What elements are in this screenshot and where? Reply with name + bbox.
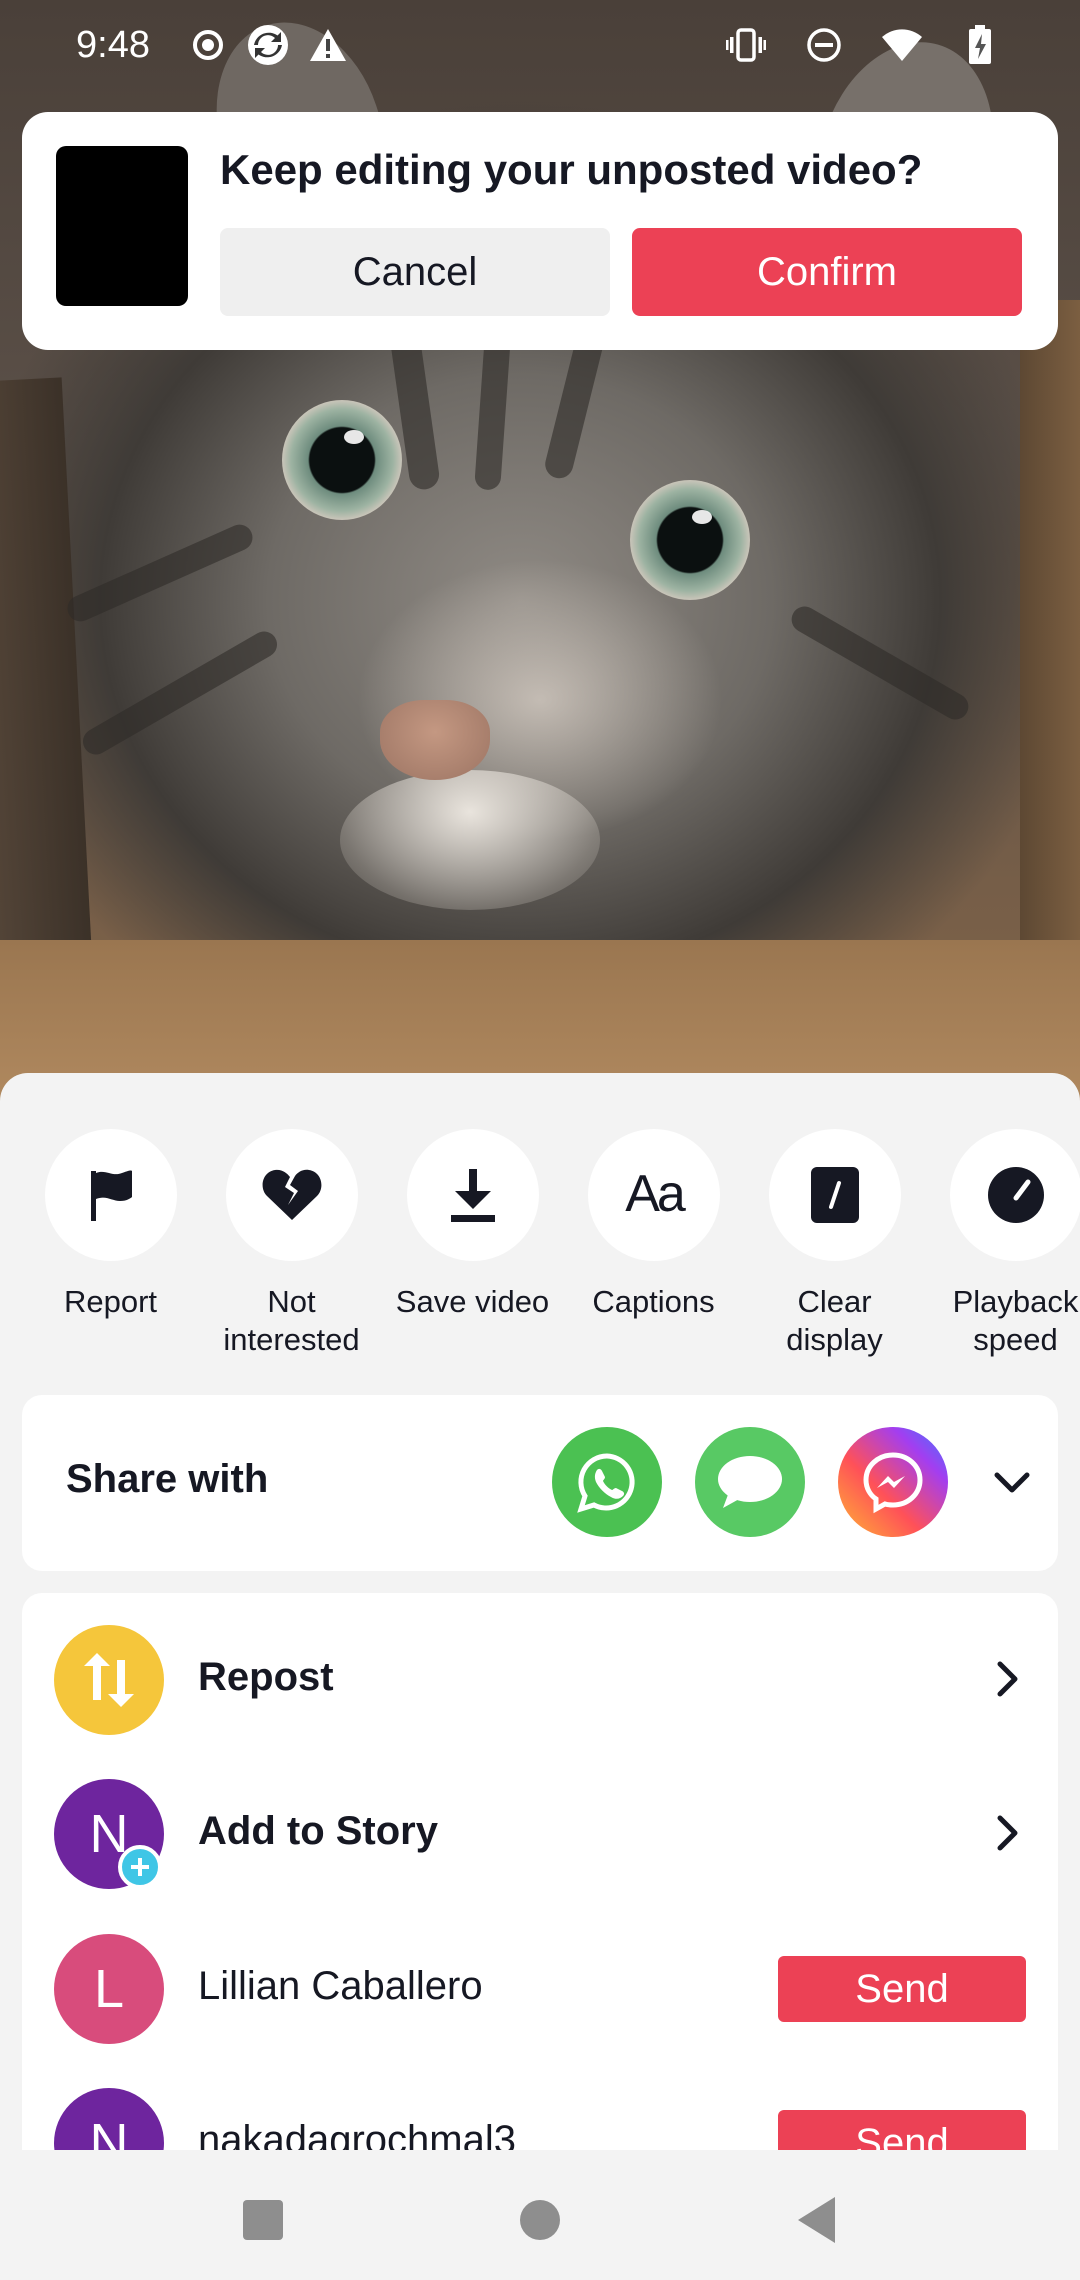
contact-avatar: N (54, 2088, 164, 2150)
add-to-story-label: Add to Story (198, 1809, 438, 1853)
contact-avatar: L (54, 1934, 164, 2044)
cat-nose (380, 700, 490, 780)
cat-stripe (78, 626, 282, 760)
not-interested-action[interactable]: Not interested (201, 1129, 382, 1369)
playback-speed-label: Playback speed (952, 1284, 1079, 1357)
save-video-label: Save video (395, 1284, 550, 1319)
sync-icon (244, 21, 292, 69)
clear-display-action-button[interactable] (768, 1129, 901, 1261)
dialog-title: Keep editing your unposted video? (220, 146, 923, 193)
report-action-button[interactable] (44, 1129, 177, 1261)
status-bar: 9:48 (0, 0, 1080, 90)
plus-badge (118, 1845, 162, 1889)
not-interested-action-button[interactable] (225, 1129, 358, 1261)
vibrate-icon (722, 21, 770, 69)
video-thumbnail (56, 146, 188, 306)
captions-action-button[interactable]: Aa (587, 1129, 720, 1261)
plus-icon (131, 1858, 149, 1876)
report-action[interactable]: Report (20, 1129, 201, 1369)
cat-stripe (63, 520, 257, 626)
clear-display-label: Clear display (786, 1284, 883, 1357)
circle-icon (520, 2200, 560, 2240)
cat-stripe (542, 328, 606, 482)
contact-row[interactable]: L Lillian Caballero Send (22, 1902, 1058, 2052)
repost-avatar (54, 1625, 164, 1735)
clear-display-action[interactable]: Clear display (744, 1129, 925, 1369)
svg-text:Aa: Aa (625, 1165, 686, 1223)
share-with-title: Share with (66, 1457, 269, 1501)
chevron-right-icon (997, 1815, 1018, 1851)
messages-share-button[interactable] (695, 1427, 805, 1537)
speed-icon (987, 1167, 1044, 1223)
back-button[interactable] (787, 2190, 847, 2250)
chevron-down-icon (994, 1472, 1030, 1493)
share-list-card: Repost N Add to Story L Lillian Caballer… (22, 1593, 1058, 2150)
cat-eye-right (630, 480, 750, 600)
cat-eye-left (282, 400, 402, 520)
dnd-icon (800, 21, 848, 69)
status-time: 9:48 (76, 23, 150, 66)
clear-display-icon (810, 1167, 859, 1223)
add-to-story-row[interactable]: N Add to Story (22, 1747, 1058, 1897)
share-expand-button[interactable] (982, 1453, 1042, 1513)
contact-row[interactable]: N nakadagrochmal3 Send (22, 2056, 1058, 2150)
send-button[interactable]: Send (778, 1956, 1026, 2022)
share-with-card: Share with (22, 1395, 1058, 1571)
back-triangle-icon (798, 2197, 835, 2243)
flag-icon (90, 1170, 132, 1221)
messenger-icon (863, 1452, 923, 1514)
confirm-button[interactable]: Confirm (632, 228, 1022, 316)
whatsapp-icon (577, 1453, 635, 1513)
repost-label: Repost (198, 1655, 334, 1699)
broken-heart-icon (262, 1169, 321, 1220)
cat-muzzle (340, 770, 600, 910)
action-row: Report Not interested Save video Aa Capt… (0, 1129, 1080, 1369)
captions-label: Captions (592, 1284, 715, 1319)
not-interested-label: Not interested (223, 1284, 360, 1357)
contact-name: nakadagrochmal3 (198, 2118, 516, 2150)
repost-row[interactable]: Repost (22, 1593, 1058, 1743)
contact-initial: L (93, 1959, 125, 2019)
battery-charging-icon (956, 21, 1004, 69)
wifi-icon (878, 21, 926, 69)
whatsapp-share-button[interactable] (552, 1427, 662, 1537)
unposted-video-dialog: Keep editing your unposted video? Cancel… (22, 112, 1058, 350)
captions-icon: Aa (625, 1165, 689, 1223)
report-label: Report (63, 1284, 158, 1319)
recents-button[interactable] (233, 2190, 293, 2250)
share-sheet: Report Not interested Save video Aa Capt… (0, 1073, 1080, 2150)
playback-speed-action-button[interactable] (949, 1129, 1080, 1261)
home-button[interactable] (510, 2190, 570, 2250)
save-video-action[interactable]: Save video (382, 1129, 563, 1369)
messenger-share-button[interactable] (838, 1427, 948, 1537)
record-icon (184, 21, 232, 69)
chevron-right-icon (997, 1661, 1018, 1697)
download-icon (450, 1169, 495, 1222)
square-icon (243, 2200, 283, 2240)
sms-icon (718, 1456, 782, 1508)
repost-icon (84, 1653, 134, 1707)
save-video-action-button[interactable] (406, 1129, 539, 1261)
cancel-button[interactable]: Cancel (220, 228, 610, 316)
system-nav-bar (0, 2150, 1080, 2280)
contact-name: Lillian Caballero (198, 1964, 483, 2008)
playback-speed-action[interactable]: Playback speed (925, 1129, 1080, 1369)
captions-action[interactable]: Aa Captions (563, 1129, 744, 1369)
cat-stripe (786, 601, 974, 725)
send-button[interactable]: Send (778, 2110, 1026, 2150)
contact-initial: N (89, 2113, 129, 2150)
warning-icon (304, 21, 352, 69)
